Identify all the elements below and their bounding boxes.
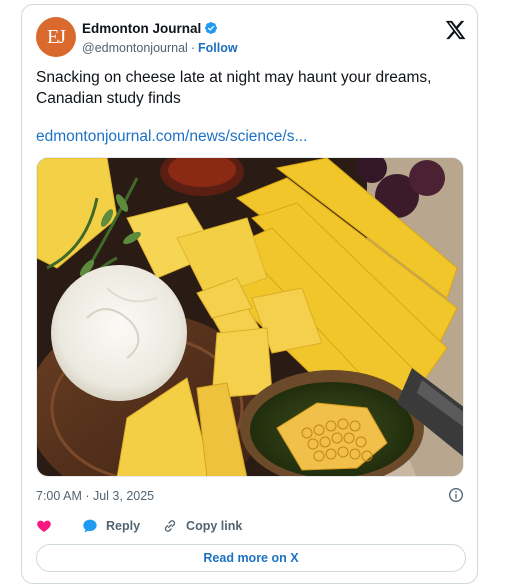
- author-display-name[interactable]: Edmonton Journal: [82, 21, 201, 36]
- avatar-initials: EJ: [47, 25, 66, 48]
- reply-button[interactable]: Reply: [82, 518, 140, 534]
- x-logo-icon[interactable]: [444, 20, 466, 40]
- tweet-meta: 7:00 AM · Jul 3, 2025: [36, 487, 464, 505]
- cheese-board-photo: [37, 158, 463, 476]
- reply-bubble-icon: [83, 519, 97, 533]
- tweet-header: EJ Edmonton Journal @edmontonjournal · F…: [36, 17, 466, 57]
- separator-dot: ·: [190, 40, 195, 55]
- tweet-media-image[interactable]: [36, 157, 464, 477]
- follow-button[interactable]: Follow: [198, 41, 238, 55]
- copy-link-label: Copy link: [186, 519, 243, 533]
- reply-label: Reply: [106, 519, 141, 533]
- like-button[interactable]: [36, 518, 60, 534]
- link-icon: [164, 520, 176, 532]
- read-more-button[interactable]: Read more on X: [36, 544, 466, 572]
- info-icon[interactable]: [448, 487, 464, 503]
- article-link[interactable]: edmontonjournal.com/news/science/s...: [36, 128, 307, 146]
- copy-link-button[interactable]: Copy link: [162, 518, 242, 534]
- verified-badge-icon: [205, 22, 218, 34]
- tweet-actions: Reply Copy link: [36, 515, 264, 537]
- tweet-timestamp[interactable]: 7:00 AM · Jul 3, 2025: [36, 489, 154, 503]
- author-info: Edmonton Journal @edmontonjournal · Foll…: [82, 19, 238, 56]
- embedded-tweet-card: EJ Edmonton Journal @edmontonjournal · F…: [21, 4, 478, 584]
- tweet-text: Snacking on cheese late at night may hau…: [36, 69, 432, 107]
- avatar[interactable]: EJ: [36, 17, 76, 57]
- read-more-label: Read more on X: [203, 551, 299, 565]
- author-handle[interactable]: @edmontonjournal: [82, 41, 188, 55]
- heart-icon: [37, 520, 51, 532]
